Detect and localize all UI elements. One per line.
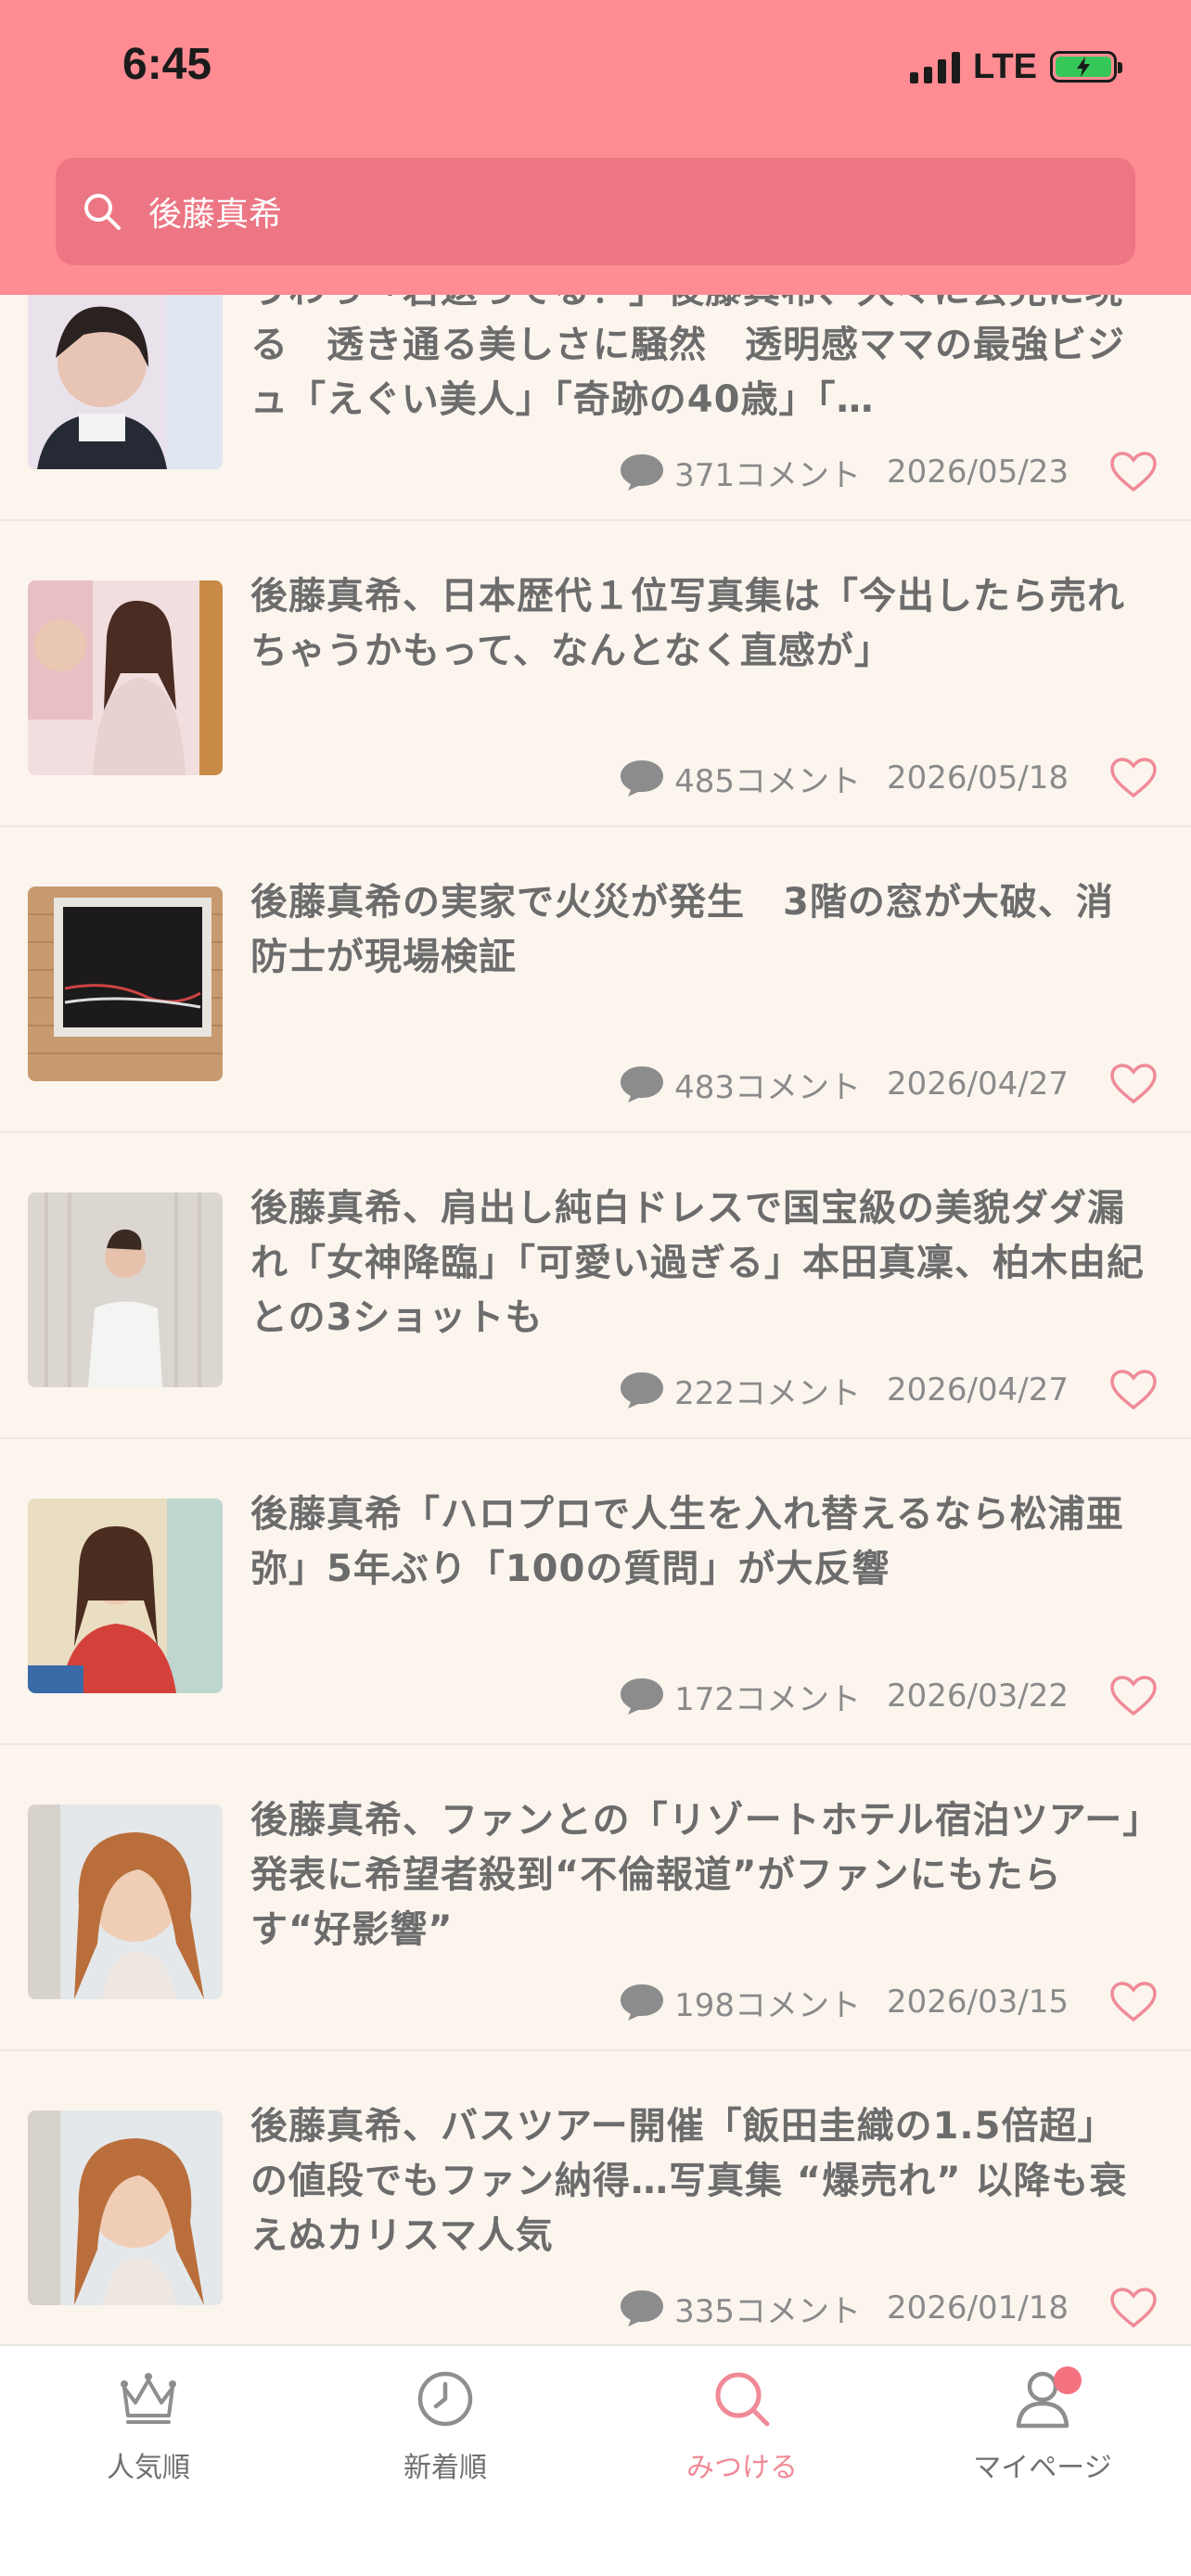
article-date: 2026/04/27: [887, 1371, 1069, 1409]
notification-badge: [1054, 2366, 1082, 2394]
article-row[interactable]: 後藤真希、バスツアー開催「飯田圭織の1.5倍超」の値段でもファン納得…写真集 “…: [0, 2051, 1191, 2344]
comment-bubble-icon: [621, 1678, 664, 1715]
header: 6:45 LTE: [0, 0, 1191, 295]
article-list[interactable]: うわっ「若返ってる！」後藤真希、久々に会見に現る 透き通る美しさに騒然 透明感マ…: [0, 295, 1191, 2344]
article-title[interactable]: 後藤真希、バスツアー開催「飯田圭織の1.5倍超」の値段でもファン納得…写真集 “…: [250, 2099, 1146, 2264]
comment-count: 222コメント: [674, 1374, 862, 1412]
comment-count: 485コメント: [674, 762, 862, 800]
article-meta: 371コメント 2026/05/23: [619, 449, 1158, 495]
network-type: LTE: [973, 46, 1037, 86]
heart-outline-icon[interactable]: [1109, 2287, 1158, 2329]
search-input[interactable]: [147, 191, 1135, 232]
comment-count: 172コメント: [674, 1680, 862, 1718]
app-screen: 6:45 LTE 後藤真希 る 透き通る美しさに騒然 透明感ママの最強ビジュ「え…: [0, 0, 1191, 2576]
article-date: 2026/04/27: [887, 1065, 1069, 1103]
search-icon: [76, 185, 128, 237]
article-thumbnail[interactable]: [28, 1498, 223, 1693]
tab-mypage[interactable]: マイページ: [950, 2366, 1135, 2496]
article-title[interactable]: 後藤真希、ファンとの「リゾートホテル宿泊ツアー」発表に希望者殺到“不倫報道”がフ…: [250, 1793, 1146, 1958]
comment-bubble-icon: [621, 1066, 664, 1103]
tab-newest[interactable]: 新着順: [352, 2366, 538, 2496]
crown-icon: [116, 2366, 181, 2431]
comment-bubble-icon: [621, 760, 664, 797]
comment-count: 371コメント: [674, 456, 862, 494]
comment-bubble-icon: [621, 1984, 664, 2021]
tab-label: 新着順: [403, 2452, 487, 2484]
tab-popular[interactable]: 人気順: [56, 2366, 241, 2496]
article-thumbnail[interactable]: [28, 580, 223, 775]
tab-label: マイページ: [973, 2452, 1112, 2484]
article-thumbnail[interactable]: [28, 1192, 223, 1387]
heart-outline-icon[interactable]: [1109, 1981, 1158, 2023]
comment-count: 483コメント: [674, 1068, 862, 1106]
article-date: 2026/03/22: [887, 1677, 1069, 1715]
bottom-nav: 人気順 新着順 みつける マイページ: [0, 2344, 1191, 2576]
comment-count: 198コメント: [674, 1986, 862, 2024]
article-date: 2026/05/18: [887, 759, 1069, 797]
heart-outline-icon[interactable]: [1109, 1675, 1158, 1717]
article-thumbnail[interactable]: [28, 886, 223, 1081]
heart-outline-icon[interactable]: [1109, 451, 1158, 493]
heart-outline-icon[interactable]: [1109, 1063, 1158, 1105]
article-thumbnail[interactable]: [28, 2111, 223, 2305]
article-meta: 222コメント 2026/04/27: [619, 1367, 1158, 1413]
article-title[interactable]: 後藤真希の実家で火災が発生 3階の窓が大破、消防士が現場検証: [250, 875, 1146, 985]
article-date: 2026/03/15: [887, 1983, 1069, 2021]
status-time: 6:45: [122, 40, 212, 89]
article-row[interactable]: 後藤真希、日本歴代１位写真集は「今出したら売れちゃうかもって、なんとなく直感が」…: [0, 521, 1191, 827]
signal-icon: [910, 50, 961, 83]
clock-icon: [413, 2366, 478, 2431]
search-icon: [710, 2366, 775, 2431]
article-title[interactable]: 後藤真希、日本歴代１位写真集は「今出したら売れちゃうかもって、なんとなく直感が」: [250, 569, 1146, 679]
comment-bubble-icon: [621, 454, 664, 491]
home-indicator: [399, 2522, 792, 2533]
article-row[interactable]: 後藤真希の実家で火災が発生 3階の窓が大破、消防士が現場検証 483コメント 2…: [0, 827, 1191, 1133]
article-row[interactable]: 後藤真希「ハロプロで人生を入れ替えるなら松浦亜弥」5年ぶり「100の質問」が大反…: [0, 1439, 1191, 1745]
heart-outline-icon[interactable]: [1109, 1369, 1158, 1411]
status-indicators: LTE: [910, 45, 1122, 89]
heart-outline-icon[interactable]: [1109, 757, 1158, 799]
comment-count: 335コメント: [674, 2292, 862, 2330]
article-meta: 483コメント 2026/04/27: [619, 1061, 1158, 1107]
article-title[interactable]: 後藤真希「ハロプロで人生を入れ替えるなら松浦亜弥」5年ぶり「100の質問」が大反…: [250, 1487, 1146, 1597]
search-bar[interactable]: [56, 158, 1135, 265]
article-meta: 335コメント 2026/01/18: [619, 2285, 1158, 2331]
article-date: 2026/01/18: [887, 2289, 1069, 2327]
comment-bubble-icon: [621, 1372, 664, 1409]
article-thumbnail[interactable]: [28, 1804, 223, 1999]
article-meta: 198コメント 2026/03/15: [619, 1979, 1158, 2025]
article-row[interactable]: 後藤真希、肩出し純白ドレスで国宝級の美貌ダダ漏れ「女神降臨」「可愛い過ぎる」本田…: [0, 1133, 1191, 1439]
article-title[interactable]: うわっ「若返ってる！」後藤真希、久々に会見に現る 透き通る美しさに騒然 透明感マ…: [250, 295, 1146, 427]
article-title[interactable]: 後藤真希、肩出し純白ドレスで国宝級の美貌ダダ漏れ「女神降臨」「可愛い過ぎる」本田…: [250, 1181, 1146, 1345]
article-row[interactable]: 後藤真希、ファンとの「リゾートホテル宿泊ツアー」発表に希望者殺到“不倫報道”がフ…: [0, 1745, 1191, 2051]
tab-label: みつける: [686, 2452, 798, 2484]
battery-icon: [1050, 51, 1122, 83]
article-meta: 172コメント 2026/03/22: [619, 1673, 1158, 1719]
article-thumbnail[interactable]: [28, 295, 223, 469]
article-date: 2026/05/23: [887, 453, 1069, 491]
tab-discover[interactable]: みつける: [649, 2366, 835, 2496]
article-row[interactable]: うわっ「若返ってる！」後藤真希、久々に会見に現る 透き通る美しさに騒然 透明感マ…: [0, 295, 1191, 521]
comment-bubble-icon: [621, 2290, 664, 2327]
article-meta: 485コメント 2026/05/18: [619, 755, 1158, 801]
tab-label: 人気順: [107, 2452, 190, 2484]
